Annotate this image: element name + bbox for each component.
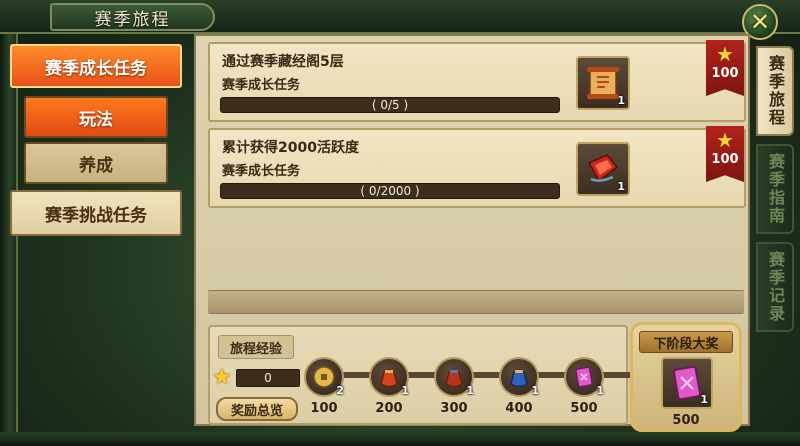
reward-points: 100 xyxy=(711,66,739,81)
star-icon: ★ xyxy=(716,42,734,66)
journey-label: 旅程经验 xyxy=(218,335,294,359)
star-icon: ★ xyxy=(212,365,232,390)
tab-season-record[interactable]: 赛季记录 xyxy=(756,242,794,332)
tab-season-journey[interactable]: 赛季旅程 xyxy=(756,46,794,136)
journey-panel: 旅程经验 ★ 0 奖励总览 2 100 1 200 1 300 1 400 1 … xyxy=(208,325,630,425)
journey-node[interactable]: 2 xyxy=(304,357,344,397)
menu-cultivation[interactable]: 养成 xyxy=(24,142,168,184)
task-progress-text: ( 0/5 ) xyxy=(371,98,409,112)
node-value: 500 xyxy=(570,401,598,416)
task-reward-item[interactable]: 1 xyxy=(576,56,630,110)
red-pouch-icon xyxy=(445,369,463,388)
task-subtitle: 赛季成长任务 xyxy=(222,164,301,179)
reward-badge: ★ 100 xyxy=(706,126,744,182)
rewards-overview-button[interactable]: 奖励总览 xyxy=(216,397,298,421)
node-value: 300 xyxy=(440,401,468,416)
next-stage-item[interactable]: 1 xyxy=(661,357,713,409)
pink-scroll-icon xyxy=(575,366,593,388)
next-stage-value: 500 xyxy=(672,413,700,428)
menu-season-challenge-tasks[interactable]: 赛季挑战任务 xyxy=(10,190,182,236)
red-pouch-icon xyxy=(380,369,398,388)
node-count: 1 xyxy=(466,384,474,397)
tab-season-guide[interactable]: 赛季指南 xyxy=(756,144,794,234)
journey-xp-value: 0 xyxy=(236,369,300,387)
journey-node[interactable]: 1 xyxy=(499,357,539,397)
menu-label: 玩法 xyxy=(79,109,113,130)
menu-gameplay[interactable]: 玩法 xyxy=(24,96,168,138)
node-value: 400 xyxy=(505,401,533,416)
menu-label: 赛季挑战任务 xyxy=(45,205,147,226)
node-value: 200 xyxy=(375,401,403,416)
task-progress-text: ( 0/2000 ) xyxy=(360,184,420,198)
task-subtitle: 赛季成长任务 xyxy=(222,78,301,93)
reward-badge: ★ 100 xyxy=(706,40,744,96)
menu-label: 赛季成长任务 xyxy=(45,58,147,79)
star-icon: ★ xyxy=(716,128,734,152)
title-bar: 赛季旅程 xyxy=(0,0,800,34)
item-count: 1 xyxy=(617,180,625,193)
task-reward-item[interactable]: 1 xyxy=(576,142,630,196)
close-icon: ✕ xyxy=(749,8,771,36)
task-title: 通过赛季藏经阁5层 xyxy=(222,54,344,70)
task-title: 累计获得2000活跃度 xyxy=(222,140,359,156)
node-count: 1 xyxy=(401,384,409,397)
list-scroll-area[interactable] xyxy=(208,290,744,314)
journey-node[interactable]: 1 xyxy=(564,357,604,397)
window-title: 赛季旅程 xyxy=(94,9,171,30)
node-count: 1 xyxy=(596,384,604,397)
reward-points: 100 xyxy=(711,152,739,167)
left-menu: 赛季成长任务 玩法 养成 赛季挑战任务 xyxy=(10,40,184,240)
menu-season-growth-tasks[interactable]: 赛季成长任务 xyxy=(10,44,182,88)
menu-label: 养成 xyxy=(79,155,113,176)
node-value: 100 xyxy=(310,401,338,416)
node-count: 1 xyxy=(531,384,539,397)
blue-pouch-icon xyxy=(510,369,528,388)
title-plate: 赛季旅程 xyxy=(50,3,215,31)
task-card: 累计获得2000活跃度 赛季成长任务 ( 0/2000 ) 1 ★ 100 xyxy=(208,126,746,208)
coin-icon xyxy=(313,366,335,388)
journey-node[interactable]: 1 xyxy=(434,357,474,397)
task-progress-bar: ( 0/5 ) xyxy=(220,97,560,113)
next-stage-reward: 下阶段大奖 1 500 xyxy=(630,322,742,432)
next-stage-title: 下阶段大奖 xyxy=(639,331,733,353)
task-progress-bar: ( 0/2000 ) xyxy=(220,183,560,199)
node-count: 2 xyxy=(336,384,344,397)
journey-node[interactable]: 1 xyxy=(369,357,409,397)
item-count: 1 xyxy=(700,393,708,406)
bottom-vine-border xyxy=(0,432,800,446)
task-card: 通过赛季藏经阁5层 赛季成长任务 ( 0/5 ) 1 ★ 100 xyxy=(208,40,746,122)
item-count: 1 xyxy=(617,94,625,107)
